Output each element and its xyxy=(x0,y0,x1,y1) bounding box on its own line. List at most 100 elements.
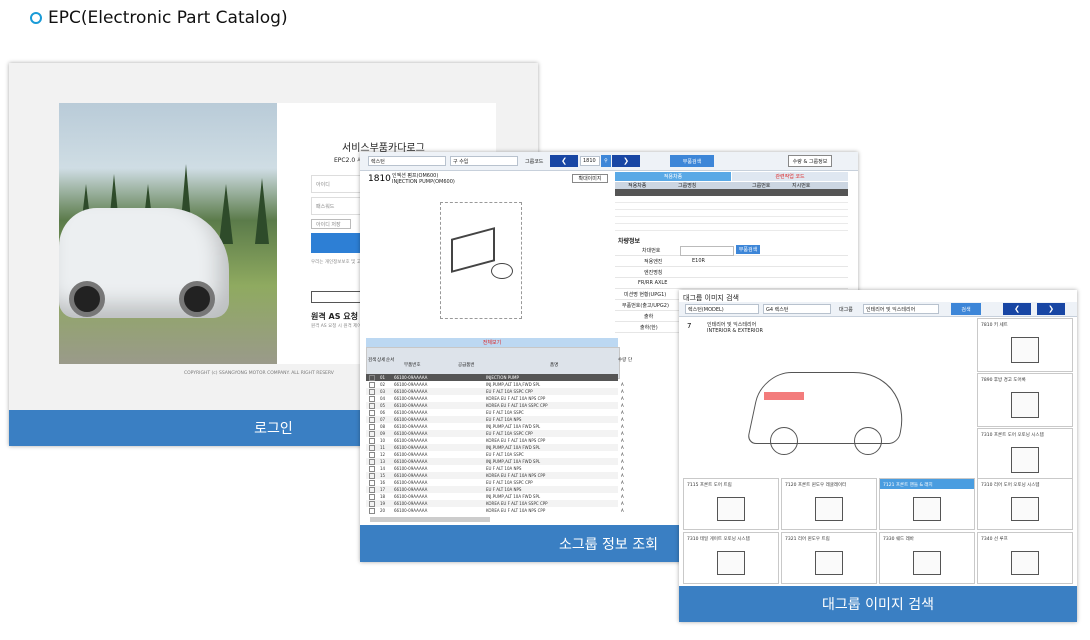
table-row[interactable]: 17 66100-09AAAAA EU F ALT 10A NPS A xyxy=(366,486,624,493)
group-thumbnail[interactable]: 7310 테일 게이트 오토닝 시스템 xyxy=(683,532,779,584)
table-row[interactable]: 09 66100-09AAAAA EU F ALT 10A SSPC CPP A xyxy=(366,430,624,437)
part-no-label: 부품번호(출고/UPG2) xyxy=(622,303,669,309)
table-row[interactable]: 06 66100-09AAAAA EU F ALT 10A SSPC A xyxy=(366,409,624,416)
category-select[interactable]: 구 수입 xyxy=(450,156,518,166)
group-thumbnail[interactable]: 7121 프론트 핸들 & 래치 xyxy=(879,478,975,530)
group-thumbnail[interactable]: 7120 프론트 윈도우 레귤레이터 xyxy=(781,478,877,530)
part-name-en: INJECTION PUMP(OM600) xyxy=(392,179,455,185)
row-part-no: 66100-09AAAAA xyxy=(394,487,428,492)
tab-applied-vehicle[interactable]: 적용차종 xyxy=(615,172,731,181)
table-row[interactable]: 07 66100-09AAAAA EU F ALT 10A NPS A xyxy=(366,416,624,423)
table-row[interactable]: 12 66100-09AAAAA EU F ALT 10A SSPC A xyxy=(366,451,624,458)
engine-name-label: 엔진명칭 xyxy=(644,270,663,276)
group-number: 7 xyxy=(687,322,692,330)
group-thumbnail[interactable]: 7115 프론트 도어 트림 xyxy=(683,478,779,530)
next-button[interactable]: ❯ xyxy=(612,155,640,167)
table-row[interactable]: 02 66100-09AAAAA INJ.PUMP,ALT 10A,FWD SPL A xyxy=(366,381,624,388)
model-select[interactable]: 렉스턴 xyxy=(368,156,446,166)
big-category-select[interactable]: G4 렉스턴 xyxy=(763,304,831,314)
save-id-checkbox[interactable]: 아이디 저장 xyxy=(311,219,351,229)
subgroup-toolbar: 렉스턴 구 수입 그룹코드 ❮ 1810 ⚲ ❯ 부품검색 수량 & 그룹정보 xyxy=(360,152,858,171)
table-row[interactable]: 01 66100-09AAAAA INJECTION PUMP A xyxy=(366,374,624,381)
col-order: 순서 xyxy=(386,358,395,363)
big-next-button[interactable]: ❯ xyxy=(1037,303,1065,315)
thumbnail-label: 7115 프론트 도어 트림 xyxy=(687,483,732,488)
row-qty: A xyxy=(621,452,624,457)
row-order: 20 xyxy=(380,508,386,513)
table-row[interactable]: 19 66100-09AAAAA KOREA EU F ALT 10A SSPC C… xyxy=(366,500,624,507)
row-qty: A xyxy=(621,508,624,513)
part-number: 1810 xyxy=(368,174,391,184)
table-row[interactable]: 08 66100-09AAAAA INJ.PUMP,ALT 10A FWD SPL A xyxy=(366,423,624,430)
big-group-select[interactable]: 인테리어 및 익스테리어 xyxy=(863,304,939,314)
axle-label: FR/RR AXLE xyxy=(638,280,668,286)
big-search-button[interactable]: 검색 xyxy=(951,303,981,315)
big-prev-button[interactable]: ❮ xyxy=(1003,303,1031,315)
row-checkbox[interactable] xyxy=(369,508,375,514)
row-qty: A xyxy=(621,389,624,394)
group-thumbnail[interactable]: 7330 쉐드 레바 xyxy=(879,532,975,584)
row-part-no: 66100-09AAAAA xyxy=(394,494,428,499)
group-thumbnail[interactable]: 7310 리어 도어 오토닝 시스템 xyxy=(977,478,1073,530)
exploded-car-diagram[interactable] xyxy=(734,342,924,472)
tab-related-work[interactable]: 관련작업 코드 xyxy=(732,172,848,181)
enlarge-image-button[interactable]: 확대이미지 xyxy=(572,174,608,183)
horizontal-scrollbar[interactable] xyxy=(370,517,490,522)
group-thumbnail[interactable]: 7340 선 루프 xyxy=(977,532,1073,584)
table-row[interactable]: 05 66100-09AAAAA KOREA EU F ALT 10A SSPC C… xyxy=(366,402,624,409)
vin-input[interactable] xyxy=(680,246,734,256)
injection-pump-diagram[interactable] xyxy=(440,202,522,319)
part-search-button[interactable]: 부품검색 xyxy=(670,155,714,167)
row-part-name: KOREA EU F ALT 10A NPS CPP xyxy=(486,473,546,478)
row-qty: A xyxy=(621,445,624,450)
table-row[interactable]: 15 66100-09AAAAA KOREA EU F ALT 10A NPS CP… xyxy=(366,472,624,479)
row-part-name: KOREA EU F ALT 10A NPS CPP xyxy=(486,438,546,443)
search-icon[interactable]: ⚲ xyxy=(601,155,611,167)
col-instruction-no: 지시번호 xyxy=(792,183,811,189)
row-order: 15 xyxy=(380,473,386,478)
table-row[interactable]: 16 66100-09AAAAA EU F ALT 10A SSPC CPP A xyxy=(366,479,624,486)
row-part-no: 66100-09AAAAA xyxy=(394,382,428,387)
row-qty: A xyxy=(621,480,624,485)
release-label: 출하 xyxy=(644,314,654,320)
col-qty: 수량 xyxy=(618,358,627,363)
thumbnail-label: 7810 키 세트 xyxy=(981,323,1008,328)
row-part-name: KOREA EU F ALT 10A NPS CPP xyxy=(486,508,546,513)
group-thumbnail[interactable]: 7810 키 세트 xyxy=(977,318,1073,372)
prev-button[interactable]: ❮ xyxy=(550,155,578,167)
row-part-name: INJ.PUMP,ALT 10A FWD SPL xyxy=(486,445,541,450)
thumbnail-label: 7340 선 루프 xyxy=(981,537,1008,542)
table-row[interactable]: 11 66100-09AAAAA INJ.PUMP,ALT 10A FWD SPL A xyxy=(366,444,624,451)
col-search: 검색 xyxy=(368,358,377,363)
group-thumbnail[interactable]: 7310 프론트 도어 오토닝 시스템 xyxy=(977,428,1073,482)
list-title-bar: 전체보기 xyxy=(366,338,618,347)
row-part-name: INJ.PUMP,ALT 10A FWD SPL xyxy=(486,424,541,429)
vin-search-button[interactable]: 부품검색 xyxy=(736,245,760,254)
group-label: 그룹코드 xyxy=(525,158,544,165)
thumbnail-image xyxy=(1010,337,1040,363)
table-row[interactable]: 10 66100-09AAAAA KOREA EU F ALT 10A NPS CP… xyxy=(366,437,624,444)
row-part-name: INJECTION PUMP xyxy=(486,375,519,380)
section-heading: EPC(Electronic Part Catalog) xyxy=(30,8,288,28)
table-row[interactable]: 13 66100-09AAAAA INJ.PUMP,ALT 10A FWD SPL A xyxy=(366,458,624,465)
row-part-name: EU F ALT 10A SSPC xyxy=(486,452,524,457)
big-model-select[interactable]: 렉스턴(MODEL) xyxy=(685,304,759,314)
row-qty: A xyxy=(621,396,624,401)
mission-label: 미션명 현황(UPG1) xyxy=(624,292,667,298)
qty-group-button[interactable]: 수량 & 그룹정보 xyxy=(788,155,832,167)
group-thumbnail[interactable]: 7321 리어 윈도우 트림 xyxy=(781,532,877,584)
page-input[interactable]: 1810 xyxy=(580,156,600,166)
row-order: 01 xyxy=(380,375,386,380)
table-row[interactable]: 03 66100-09AAAAA EU F ALT 10A SSPC CPP A xyxy=(366,388,624,395)
row-part-no: 66100-09AAAAA xyxy=(394,501,428,506)
row-part-name: KOREA EU F ALT 10A NPS CPP xyxy=(486,396,546,401)
table-row[interactable]: 20 66100-09AAAAA KOREA EU F ALT 10A NPS CP… xyxy=(366,507,624,514)
row-order: 13 xyxy=(380,459,386,464)
group-thumbnail[interactable]: 7890 후방 경고 도어록 xyxy=(977,373,1073,427)
row-part-no: 66100-09AAAAA xyxy=(394,389,428,394)
table-row[interactable]: 04 66100-09AAAAA KOREA EU F ALT 10A NPS CP… xyxy=(366,395,624,402)
row-part-no: 66100-09AAAAA xyxy=(394,403,428,408)
table-row[interactable]: 14 66100-09AAAAA EU F ALT 10A NPS A xyxy=(366,465,624,472)
table-row[interactable]: 18 66100-09AAAAA INJ.PUMP,ALT 10A FWD SPL A xyxy=(366,493,624,500)
row-part-name: KOREA EU F ALT 10A SSPC CPP xyxy=(486,501,548,506)
